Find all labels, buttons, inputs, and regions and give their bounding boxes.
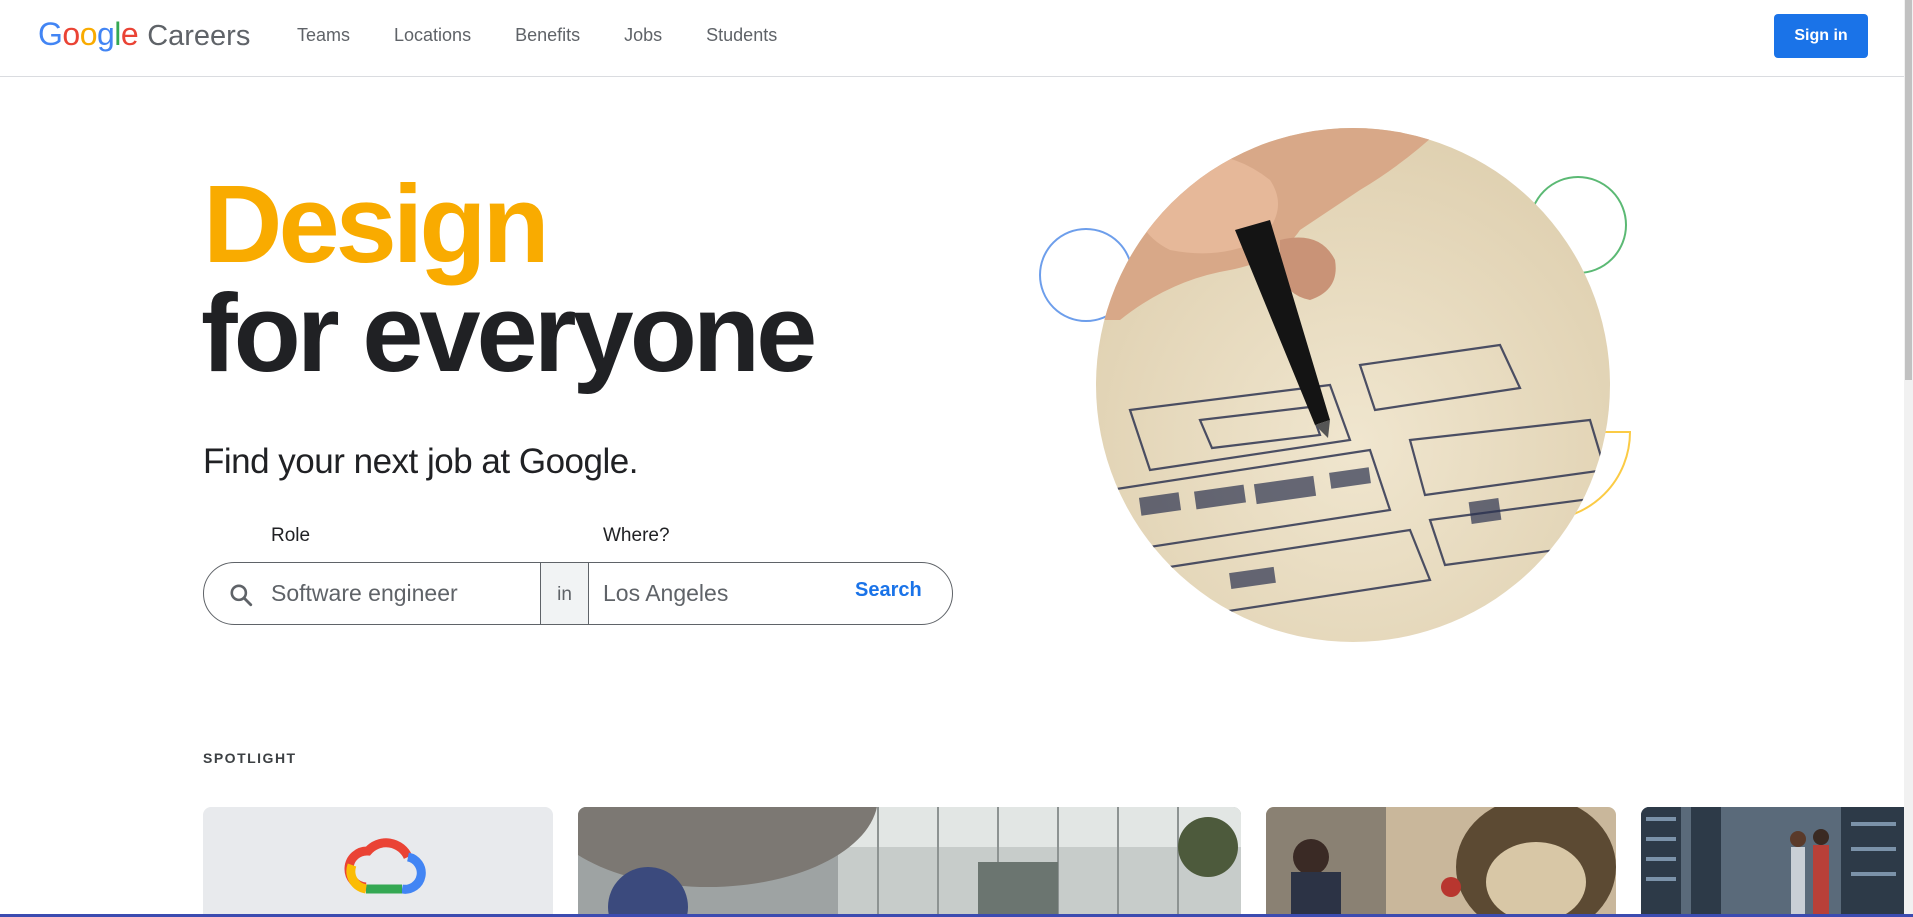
hero-subtitle: Find your next job at Google. [203,442,638,481]
main-nav: Teams Locations Benefits Jobs Students [297,25,799,46]
job-search-bar: in Search [203,562,953,625]
hero-title-for-everyone: for everyone [201,272,817,395]
in-label: in [557,583,572,605]
spotlight-heading: SPOTLIGHT [203,750,297,766]
datacenter-photo [1641,807,1904,917]
sketch-photo [1096,128,1610,642]
spotlight-card-office[interactable] [578,807,1241,917]
role-input[interactable] [271,564,541,623]
role-label: Role [271,525,311,546]
location-input[interactable] [603,564,843,623]
spotlight-card-datacenter[interactable] [1641,807,1904,917]
spotlight-card-google-cloud[interactable] [203,807,553,917]
scrollbar-thumb[interactable] [1905,0,1912,380]
sign-in-button[interactable]: Sign in [1774,14,1868,58]
nav-jobs[interactable]: Jobs [602,25,684,46]
google-cloud-logo-icon [344,838,426,894]
google-wordmark: Google [38,16,139,52]
nav-teams[interactable]: Teams [297,25,372,46]
hero-title-design: Design [203,163,550,286]
nav-benefits[interactable]: Benefits [493,25,602,46]
office-photo [578,807,1241,917]
search-button[interactable]: Search [855,579,922,602]
careers-wordmark: Careers [147,20,251,52]
nav-students[interactable]: Students [684,25,799,46]
nav-locations[interactable]: Locations [372,25,493,46]
site-header: Google Careers Teams Locations Benefits … [0,0,1904,77]
search-icon [230,584,253,607]
in-separator: in [540,563,589,624]
where-label: Where? [603,525,670,546]
workspace-photo [1266,807,1616,917]
google-careers-logo[interactable]: Google Careers [38,16,250,53]
hero-illustration [1039,128,1632,642]
page-scrollbar[interactable] [1904,0,1913,917]
spotlight-card-workspace[interactable] [1266,807,1616,917]
